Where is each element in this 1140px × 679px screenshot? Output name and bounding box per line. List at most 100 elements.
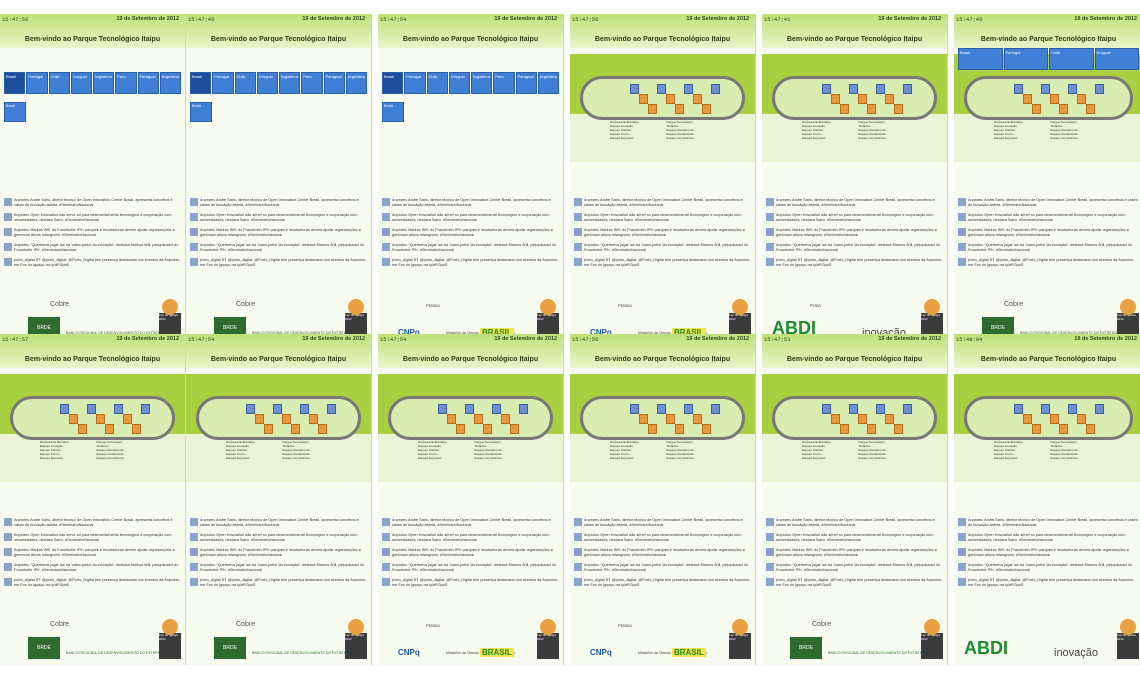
map-building[interactable] (693, 414, 702, 424)
park-map[interactable]: Restaurante Barrafes Espaço Inovação Espaç… (954, 54, 1140, 162)
menu-item-argentina[interactable]: Argentina (345, 72, 367, 94)
map-building[interactable] (693, 94, 702, 104)
map-building[interactable] (648, 424, 657, 434)
map-building[interactable] (300, 404, 309, 414)
map-building[interactable] (822, 84, 831, 94)
map-building[interactable] (114, 404, 123, 414)
map-building[interactable] (639, 94, 648, 104)
map-building[interactable] (1023, 414, 1032, 424)
menu-item-peru[interactable]: Peru (301, 72, 323, 94)
map-building[interactable] (639, 414, 648, 424)
map-building[interactable] (1032, 424, 1041, 434)
map-building[interactable] (702, 424, 711, 434)
menu-item-uruguai[interactable]: Uruguai (448, 72, 470, 94)
map-building[interactable] (1050, 414, 1059, 424)
map-building[interactable] (1095, 84, 1104, 94)
map-building[interactable] (831, 94, 840, 104)
park-map[interactable]: Restaurante Barrafes Espaço Inovação Espaç… (0, 374, 185, 482)
map-building[interactable] (711, 84, 720, 94)
map-building[interactable] (282, 414, 291, 424)
map-building[interactable] (510, 424, 519, 434)
menu-item-paraguai[interactable]: Paraguai (515, 72, 537, 94)
map-building[interactable] (264, 424, 273, 434)
map-building[interactable] (1032, 104, 1041, 114)
map-building[interactable] (291, 424, 300, 434)
map-building[interactable] (1023, 94, 1032, 104)
map-building[interactable] (657, 84, 666, 94)
map-building[interactable] (885, 414, 894, 424)
map-building[interactable] (318, 424, 327, 434)
menu-item-chile[interactable]: Chile (1049, 48, 1094, 70)
map-building[interactable] (840, 424, 849, 434)
menu-item-portugal[interactable]: Portugal (1003, 48, 1048, 70)
side-menu-button[interactable]: Brasil (382, 102, 404, 122)
park-map[interactable]: Restaurante Barrafes Espaço Inovação Espaç… (570, 374, 755, 482)
map-building[interactable] (630, 404, 639, 414)
map-building[interactable] (684, 84, 693, 94)
menu-item-uruguai[interactable]: Uruguai (70, 72, 92, 94)
map-building[interactable] (456, 424, 465, 434)
map-building[interactable] (702, 104, 711, 114)
map-building[interactable] (105, 424, 114, 434)
park-map[interactable]: Restaurante Barrafes Espaço Inovação Espaç… (762, 54, 947, 162)
menu-item-paraguai[interactable]: Paraguai (137, 72, 159, 94)
menu-item-argentina[interactable]: Argentina (159, 72, 181, 94)
map-building[interactable] (141, 404, 150, 414)
map-building[interactable] (255, 414, 264, 424)
park-map[interactable]: Restaurante Barrafes Espaço Inovação Espaç… (186, 374, 371, 482)
map-building[interactable] (849, 84, 858, 94)
menu-item-inglaterra[interactable]: Inglaterra (279, 72, 301, 94)
map-building[interactable] (87, 404, 96, 414)
park-map[interactable]: Restaurante Barrafes Espaço Inovação Espaç… (378, 374, 563, 482)
menu-item-portugal[interactable]: Portugal (26, 72, 48, 94)
map-building[interactable] (309, 414, 318, 424)
map-building[interactable] (903, 404, 912, 414)
map-building[interactable] (630, 84, 639, 94)
map-building[interactable] (876, 84, 885, 94)
menu-item-brasil[interactable]: Brasil (190, 72, 212, 94)
map-building[interactable] (876, 404, 885, 414)
map-building[interactable] (1014, 84, 1023, 94)
menu-item-peru[interactable]: Peru (493, 72, 515, 94)
map-building[interactable] (1059, 104, 1068, 114)
map-building[interactable] (96, 414, 105, 424)
map-building[interactable] (831, 414, 840, 424)
map-building[interactable] (1068, 84, 1077, 94)
menu-item-chile[interactable]: Chile (234, 72, 256, 94)
map-building[interactable] (501, 414, 510, 424)
map-building[interactable] (684, 404, 693, 414)
menu-item-chile[interactable]: Chile (48, 72, 70, 94)
map-building[interactable] (1086, 104, 1095, 114)
map-building[interactable] (657, 404, 666, 414)
map-building[interactable] (675, 104, 684, 114)
map-building[interactable] (1068, 404, 1077, 414)
map-building[interactable] (903, 84, 912, 94)
map-building[interactable] (648, 104, 657, 114)
map-building[interactable] (822, 404, 831, 414)
map-building[interactable] (483, 424, 492, 434)
map-building[interactable] (492, 404, 501, 414)
map-building[interactable] (465, 404, 474, 414)
side-menu-button[interactable]: Brasil (190, 102, 212, 122)
map-building[interactable] (273, 404, 282, 414)
map-building[interactable] (327, 404, 336, 414)
map-building[interactable] (519, 404, 528, 414)
map-building[interactable] (1059, 424, 1068, 434)
map-building[interactable] (849, 404, 858, 414)
map-building[interactable] (1077, 414, 1086, 424)
map-building[interactable] (132, 424, 141, 434)
map-building[interactable] (840, 104, 849, 114)
menu-item-portugal[interactable]: Portugal (212, 72, 234, 94)
map-building[interactable] (246, 404, 255, 414)
menu-item-argentina[interactable]: Argentina (537, 72, 559, 94)
map-building[interactable] (60, 404, 69, 414)
map-building[interactable] (858, 414, 867, 424)
side-menu-button[interactable]: Brasil (4, 102, 26, 122)
map-building[interactable] (867, 424, 876, 434)
map-building[interactable] (438, 404, 447, 414)
map-building[interactable] (1086, 424, 1095, 434)
map-building[interactable] (69, 414, 78, 424)
menu-item-brasil[interactable]: Brasil (382, 72, 404, 94)
map-building[interactable] (474, 414, 483, 424)
menu-item-uruguai[interactable]: Uruguai (256, 72, 278, 94)
